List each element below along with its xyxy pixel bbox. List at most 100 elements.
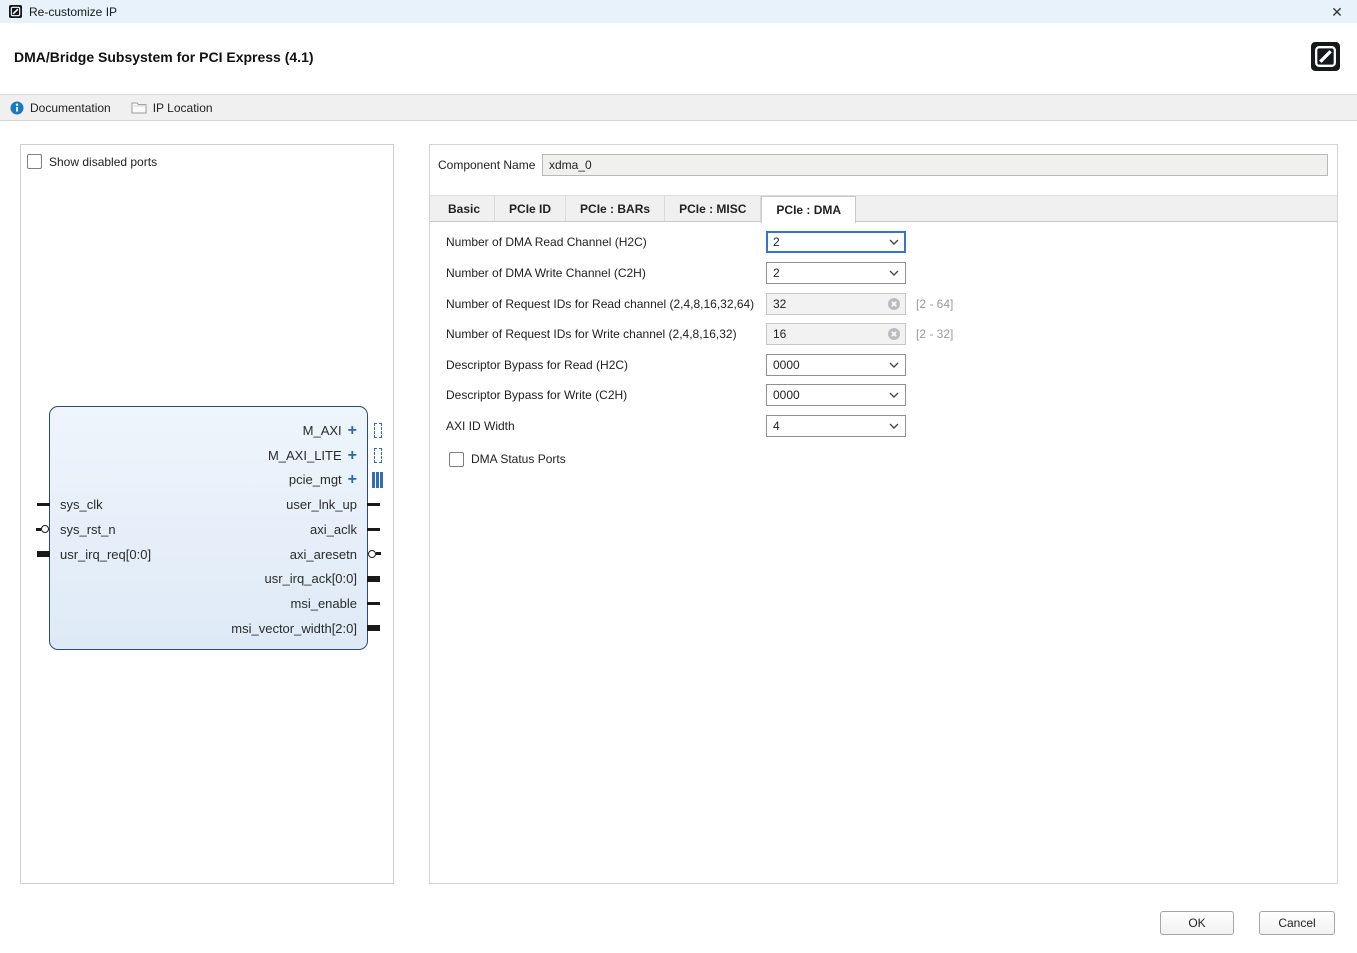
tab-basic[interactable]: Basic — [434, 196, 495, 221]
ip-block: M_AXI + M_AXI_LITE + pcie_mgt + user_lnk… — [49, 406, 368, 650]
recustomize-ip-dialog: Re-customize IP ✕ DMA/Bridge Subsystem f… — [0, 0, 1357, 953]
tab-pcie-misc[interactable]: PCIe : MISC — [665, 196, 761, 221]
input-value: 32 — [773, 297, 786, 311]
pin-stub — [367, 602, 380, 605]
field-label: AXI ID Width — [446, 419, 766, 433]
tab-label: PCIe : MISC — [679, 202, 746, 216]
show-disabled-ports-label: Show disabled ports — [49, 155, 157, 169]
select-value: 4 — [773, 419, 780, 433]
interface-pin-dashed-icon — [374, 423, 382, 438]
clear-icon[interactable] — [887, 327, 901, 341]
tab-label: Basic — [448, 202, 480, 216]
select-value: 0000 — [773, 358, 800, 372]
ok-button[interactable]: OK — [1160, 911, 1234, 935]
documentation-button[interactable]: Documentation — [10, 101, 111, 115]
port-label: usr_irq_ack[0:0] — [265, 566, 358, 591]
bus-pin-stub — [367, 625, 380, 631]
tab-bar: Basic PCIe ID PCIe : BARs PCIe : MISC PC… — [430, 195, 1337, 222]
port-sys-clk: sys_clk — [60, 492, 103, 517]
ip-location-button[interactable]: IP Location — [131, 101, 213, 115]
ip-location-label: IP Location — [153, 101, 213, 115]
port-label: sys_clk — [60, 497, 103, 512]
toolbar: Documentation IP Location — [0, 94, 1357, 121]
port-label: msi_enable — [291, 591, 358, 616]
tab-label: PCIe ID — [509, 202, 551, 216]
field-label: Number of DMA Read Channel (H2C) — [446, 235, 766, 249]
chevron-down-icon — [889, 423, 899, 429]
chevron-down-icon — [889, 362, 899, 368]
cancel-button[interactable]: Cancel — [1259, 911, 1335, 935]
expand-plus-icon[interactable]: + — [348, 443, 357, 468]
folder-icon — [131, 101, 147, 114]
bus-pin-stub — [37, 551, 50, 557]
select-value: 2 — [773, 235, 780, 249]
port-user-lnk-up: user_lnk_up — [286, 492, 357, 517]
interface-pin-solid-icon — [372, 472, 383, 488]
pin-stub — [37, 503, 50, 506]
tab-pcie-id[interactable]: PCIe ID — [495, 196, 566, 221]
interface-pin-dashed-icon — [374, 448, 382, 463]
num-request-ids-read-input[interactable]: 32 — [766, 293, 906, 315]
tab-label: PCIe : DMA — [776, 203, 841, 217]
select-value: 0000 — [773, 388, 800, 402]
active-low-pin-icon — [368, 550, 376, 558]
dialog-header: DMA/Bridge Subsystem for PCI Express (4.… — [0, 23, 1357, 94]
chevron-down-icon — [889, 392, 899, 398]
port-msi-vector-width: msi_vector_width[2:0] — [231, 616, 357, 641]
port-label: M_AXI_LITE — [268, 443, 342, 468]
component-name-label: Component Name — [438, 158, 542, 172]
port-label: pcie_mgt — [289, 467, 342, 492]
port-label: M_AXI — [303, 418, 342, 443]
descriptor-bypass-write-select[interactable]: 0000 — [766, 384, 906, 406]
interface-m-axi-lite[interactable]: M_AXI_LITE + — [268, 443, 357, 468]
port-label: sys_rst_n — [60, 522, 116, 537]
dma-status-ports-checkbox[interactable] — [449, 452, 464, 467]
port-label: msi_vector_width[2:0] — [231, 616, 357, 641]
pin-stub — [36, 528, 41, 531]
tab-label: PCIe : BARs — [580, 202, 650, 216]
port-label: axi_aresetn — [290, 542, 357, 567]
interface-pcie-mgt[interactable]: pcie_mgt + — [289, 467, 357, 492]
port-label: user_lnk_up — [286, 492, 357, 517]
expand-plus-icon[interactable]: + — [348, 418, 357, 443]
pin-stub — [367, 503, 380, 506]
expand-plus-icon[interactable]: + — [348, 467, 357, 492]
port-axi-aresetn: axi_aresetn — [290, 542, 357, 567]
tab-pcie-dma[interactable]: PCIe : DMA — [761, 196, 856, 223]
clear-icon[interactable] — [887, 297, 901, 311]
tab-pcie-bars[interactable]: PCIe : BARs — [566, 196, 665, 221]
pin-stub — [376, 552, 381, 555]
port-usr-irq-req: usr_irq_req[0:0] — [60, 542, 151, 567]
pin-stub — [367, 528, 380, 531]
active-low-pin-icon — [41, 525, 49, 533]
block-diagram-panel: Show disabled ports M_AXI + M_AXI_LITE +… — [20, 144, 394, 884]
field-label: Descriptor Bypass for Read (H2C) — [446, 358, 766, 372]
show-disabled-ports-checkbox[interactable] — [27, 154, 42, 169]
field-label: Number of DMA Write Channel (C2H) — [446, 266, 766, 280]
bus-pin-stub — [367, 576, 380, 582]
num-dma-read-channel-select[interactable]: 2 — [766, 231, 906, 253]
dma-status-ports-label: DMA Status Ports — [471, 452, 566, 466]
chevron-down-icon — [889, 239, 899, 245]
port-msi-enable: msi_enable — [291, 591, 358, 616]
port-sys-rst-n: sys_rst_n — [60, 517, 116, 542]
documentation-label: Documentation — [30, 101, 111, 115]
info-icon — [10, 101, 24, 115]
axi-id-width-select[interactable]: 4 — [766, 415, 906, 437]
xilinx-app-icon — [9, 5, 22, 18]
component-name-field[interactable]: xdma_0 — [542, 154, 1328, 176]
num-dma-write-channel-select[interactable]: 2 — [766, 262, 906, 284]
field-label: Number of Request IDs for Read channel (… — [446, 297, 766, 311]
close-button[interactable]: ✕ — [1326, 1, 1348, 23]
descriptor-bypass-read-select[interactable]: 0000 — [766, 354, 906, 376]
page-title: DMA/Bridge Subsystem for PCI Express (4.… — [14, 49, 314, 65]
window-title: Re-customize IP — [29, 5, 117, 19]
input-value: 16 — [773, 327, 786, 341]
select-value: 2 — [773, 266, 780, 280]
window-titlebar: Re-customize IP ✕ — [0, 0, 1357, 23]
port-usr-irq-ack: usr_irq_ack[0:0] — [265, 566, 358, 591]
interface-m-axi[interactable]: M_AXI + — [303, 418, 357, 443]
port-label: usr_irq_req[0:0] — [60, 547, 151, 562]
num-request-ids-write-input[interactable]: 16 — [766, 323, 906, 345]
configuration-panel: Component Name xdma_0 Basic PCIe ID PCIe… — [429, 144, 1338, 884]
